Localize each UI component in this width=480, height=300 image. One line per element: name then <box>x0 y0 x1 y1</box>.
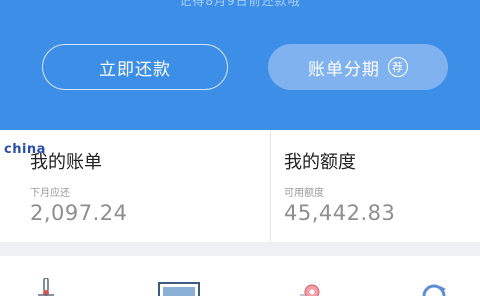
thermometer-icon[interactable] <box>36 277 56 300</box>
bill-installment-button[interactable]: 账单分期 荐 <box>268 44 448 90</box>
my-credit-title: 我的额度 <box>284 152 356 173</box>
recommend-badge: 荐 <box>388 57 408 77</box>
screen-icon[interactable] <box>158 281 200 300</box>
card-divider <box>270 130 271 242</box>
available-credit-value: 45,442.83 <box>284 201 396 225</box>
next-month-due-value: 2,097.24 <box>30 201 128 225</box>
repay-now-button[interactable]: 立即还款 <box>42 44 228 90</box>
next-month-due-label: 下月应还 <box>30 188 70 199</box>
header-banner: 记得8月9日前还款哦 立即还款 账单分期 荐 <box>0 0 480 130</box>
refresh-icon[interactable] <box>420 280 448 300</box>
bill-installment-label: 账单分期 <box>308 59 380 80</box>
location-pin-icon[interactable] <box>298 281 326 300</box>
repayment-reminder: 记得8月9日前还款哦 <box>179 0 301 8</box>
watermark: china <box>4 142 46 157</box>
summary-cards <box>0 130 480 242</box>
available-credit-label: 可用额度 <box>284 188 324 199</box>
shortcut-bar <box>0 256 480 300</box>
